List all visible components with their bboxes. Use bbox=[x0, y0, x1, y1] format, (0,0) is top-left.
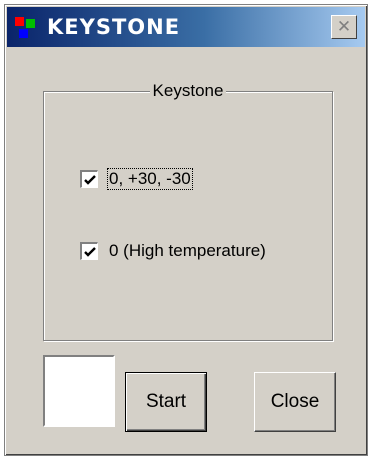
keystone-window: KEYSTONE ✕ Keystone 0, +30, -30 0 (High … bbox=[4, 4, 368, 456]
keystone-option-1-label[interactable]: 0, +30, -30 bbox=[107, 168, 193, 190]
preview-box bbox=[43, 355, 115, 427]
app-icon bbox=[13, 15, 39, 41]
close-icon: ✕ bbox=[336, 17, 352, 37]
app-icon-green-square bbox=[26, 19, 35, 28]
start-button[interactable]: Start bbox=[125, 372, 207, 432]
checkmark-icon bbox=[84, 175, 96, 185]
app-icon-red-square bbox=[15, 17, 24, 26]
keystone-option-1[interactable]: 0, +30, -30 bbox=[80, 167, 193, 191]
window-title: KEYSTONE bbox=[47, 15, 181, 39]
keystone-option-1-checkbox[interactable] bbox=[80, 170, 98, 188]
keystone-option-2-label[interactable]: 0 (High temperature) bbox=[108, 241, 267, 261]
title-bar[interactable]: KEYSTONE ✕ bbox=[7, 7, 365, 47]
keystone-option-2[interactable]: 0 (High temperature) bbox=[80, 239, 267, 263]
keystone-option-2-checkbox[interactable] bbox=[80, 242, 98, 260]
app-icon-blue-square bbox=[19, 29, 28, 38]
checkmark-icon bbox=[84, 247, 96, 257]
keystone-group-label: Keystone bbox=[149, 81, 227, 100]
keystone-groupbox: Keystone 0, +30, -30 0 (High temperature… bbox=[43, 81, 333, 341]
close-button[interactable]: Close bbox=[254, 372, 336, 432]
close-window-button[interactable]: ✕ bbox=[331, 15, 357, 39]
